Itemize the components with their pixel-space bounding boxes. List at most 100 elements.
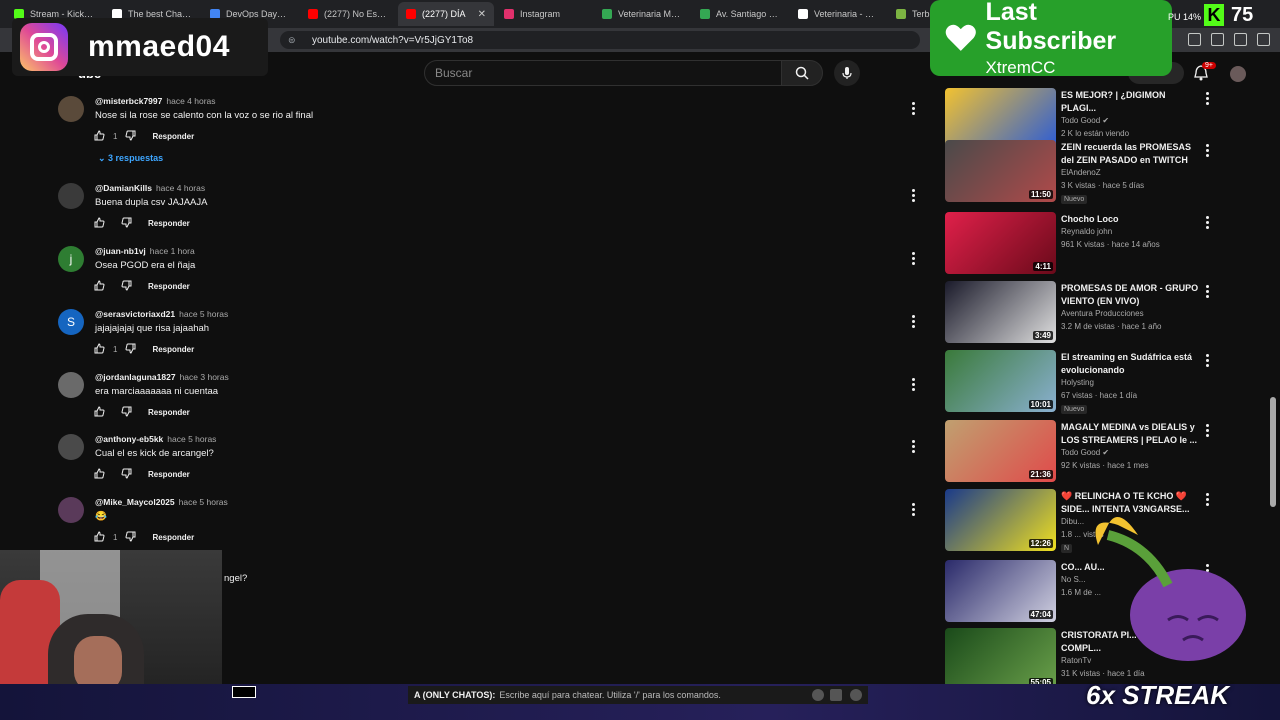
comment-author[interactable]: @DamianKills	[95, 183, 152, 193]
comment-author[interactable]: @juan-nb1vj	[95, 246, 146, 256]
commenter-avatar[interactable]	[58, 372, 84, 398]
dislike-icon[interactable]	[121, 406, 132, 419]
related-video[interactable]: 3:49 PROMESAS DE AMOR - GRUPO VIENTO (EN …	[944, 281, 1224, 347]
dislike-icon[interactable]	[125, 343, 136, 356]
comment-time[interactable]: hace 5 horas	[167, 434, 216, 444]
comment-author[interactable]: @jordanlaguna1827	[95, 372, 176, 382]
like-icon[interactable]	[94, 468, 105, 481]
video-thumbnail[interactable]: 10:01	[945, 350, 1056, 412]
emoji-icon[interactable]	[812, 689, 824, 701]
sidebar-icon[interactable]	[1188, 33, 1201, 46]
commenter-avatar[interactable]	[58, 434, 84, 460]
reply-button[interactable]: Responder	[148, 408, 190, 417]
dislike-icon[interactable]	[125, 531, 136, 544]
comment-time[interactable]: hace 5 horas	[179, 497, 228, 507]
video-thumbnail[interactable]: 21:36	[945, 420, 1056, 482]
related-video[interactable]: 4:11 Chocho Loco Reynaldo john 961 K vistas…	[944, 212, 1224, 278]
reply-button[interactable]: Responder	[148, 219, 190, 228]
comment-menu-icon[interactable]	[912, 102, 916, 115]
video-thumbnail[interactable]: 3:49	[945, 281, 1056, 343]
browser-tab[interactable]: Veterinaria - Vete	[790, 2, 886, 26]
like-icon[interactable]	[94, 280, 105, 293]
dislike-icon[interactable]	[121, 468, 132, 481]
reply-button[interactable]: Responder	[152, 533, 194, 542]
chat-input[interactable]: A (ONLY CHATOS): Escribe aquí para chate…	[408, 686, 868, 704]
video-channel[interactable]: Todo Good ✔	[1061, 116, 1201, 125]
like-icon[interactable]	[94, 343, 105, 356]
related-video[interactable]: 10:01 El streaming en Sudáfrica está evol…	[944, 350, 1224, 416]
related-video[interactable]: 21:36 MAGALY MEDINA vs DIEALIS y LOS STRE…	[944, 420, 1224, 486]
video-channel[interactable]: Aventura Producciones	[1061, 309, 1201, 318]
video-menu-icon[interactable]	[1206, 92, 1209, 105]
voice-search-button[interactable]	[834, 60, 860, 86]
video-title[interactable]: MAGALY MEDINA vs DIEALIS y LOS STREAMERS…	[1061, 421, 1199, 447]
extension-icon[interactable]	[1211, 33, 1224, 46]
browser-tab[interactable]: Veterinaria Munic	[594, 2, 690, 26]
site-info-icon[interactable]: ⊜	[288, 35, 298, 45]
comment-time[interactable]: hace 3 horas	[180, 372, 229, 382]
dislike-icon[interactable]	[125, 130, 136, 143]
video-thumbnail[interactable]: 11:50	[945, 140, 1056, 202]
video-menu-icon[interactable]	[1206, 285, 1209, 298]
comment-time[interactable]: hace 1 hora	[150, 246, 195, 256]
video-title[interactable]: Chocho Loco	[1061, 213, 1199, 226]
like-icon[interactable]	[94, 130, 105, 143]
comment-author[interactable]: @serasvictoriaxd21	[95, 309, 175, 319]
reply-button[interactable]: Responder	[148, 282, 190, 291]
browser-tab[interactable]: (2277) No Es Mi	[300, 2, 396, 26]
browser-tab[interactable]: Instagram	[496, 2, 592, 26]
dislike-icon[interactable]	[121, 280, 132, 293]
reply-button[interactable]: Responder	[148, 470, 190, 479]
commenter-avatar[interactable]	[58, 497, 84, 523]
commenter-avatar[interactable]	[58, 183, 84, 209]
view-replies-button[interactable]: ⌄ 3 respuestas	[98, 153, 163, 164]
comment-time[interactable]: hace 4 horas	[156, 183, 205, 193]
close-tab-icon[interactable]: ✕	[478, 9, 486, 20]
comment-menu-icon[interactable]	[912, 252, 916, 265]
video-channel[interactable]: Reynaldo john	[1061, 227, 1201, 236]
page-scrollbar[interactable]	[1268, 92, 1278, 690]
comment-author[interactable]: @misterbck7997	[95, 96, 162, 106]
video-thumbnail[interactable]: 55:05	[945, 628, 1056, 690]
address-bar[interactable]: ⊜ youtube.com/watch?v=Vr5JjGY1To8	[280, 31, 920, 49]
video-channel[interactable]: ElAndenoZ	[1061, 168, 1201, 177]
video-menu-icon[interactable]	[1206, 144, 1209, 157]
shield-icon[interactable]	[1234, 33, 1247, 46]
help-icon[interactable]	[850, 689, 862, 701]
gift-icon[interactable]	[830, 689, 842, 701]
comment-menu-icon[interactable]	[912, 440, 916, 453]
dislike-icon[interactable]	[121, 217, 132, 230]
video-title[interactable]: ZEIN recuerda las PROMESAS del ZEIN PASA…	[1061, 141, 1199, 167]
video-menu-icon[interactable]	[1206, 424, 1209, 437]
reply-button[interactable]: Responder	[152, 345, 194, 354]
comment-author[interactable]: @anthony-eb5kk	[95, 434, 163, 444]
comment-time[interactable]: hace 4 horas	[166, 96, 215, 106]
search-input[interactable]: Buscar	[424, 60, 782, 86]
video-thumbnail[interactable]: 12:26	[945, 489, 1056, 551]
video-title[interactable]: PROMESAS DE AMOR - GRUPO VIENTO (EN VIVO…	[1061, 282, 1199, 308]
like-icon[interactable]	[94, 531, 105, 544]
like-icon[interactable]	[94, 406, 105, 419]
reply-button[interactable]: Responder	[152, 132, 194, 141]
comment-time[interactable]: hace 5 horas	[179, 309, 228, 319]
browser-tab[interactable]: (2277) DÍA ✕	[398, 2, 494, 26]
menu-icon[interactable]	[1257, 33, 1270, 46]
commenter-avatar[interactable]: S	[58, 309, 84, 335]
search-button[interactable]	[781, 60, 823, 86]
related-video[interactable]: 11:50 ZEIN recuerda las PROMESAS del ZEIN…	[944, 140, 1224, 206]
video-title[interactable]: El streaming en Sudáfrica está evolucion…	[1061, 351, 1199, 377]
comment-menu-icon[interactable]	[912, 189, 916, 202]
video-title[interactable]: ES MEJOR? | ¿DIGIMON PLAGI...	[1061, 89, 1199, 115]
video-channel[interactable]: Holysting	[1061, 378, 1201, 387]
like-icon[interactable]	[94, 217, 105, 230]
commenter-avatar[interactable]: j	[58, 246, 84, 272]
comment-menu-icon[interactable]	[912, 315, 916, 328]
comment-menu-icon[interactable]	[912, 503, 916, 516]
scrollbar-thumb[interactable]	[1270, 397, 1276, 507]
video-thumbnail[interactable]: 47:04	[945, 560, 1056, 622]
video-menu-icon[interactable]	[1206, 216, 1209, 229]
video-thumbnail[interactable]: 4:11	[945, 212, 1056, 274]
video-channel[interactable]: Todo Good ✔	[1061, 448, 1201, 457]
commenter-avatar[interactable]	[58, 96, 84, 122]
comment-author[interactable]: @Mike_Maycol2025	[95, 497, 175, 507]
